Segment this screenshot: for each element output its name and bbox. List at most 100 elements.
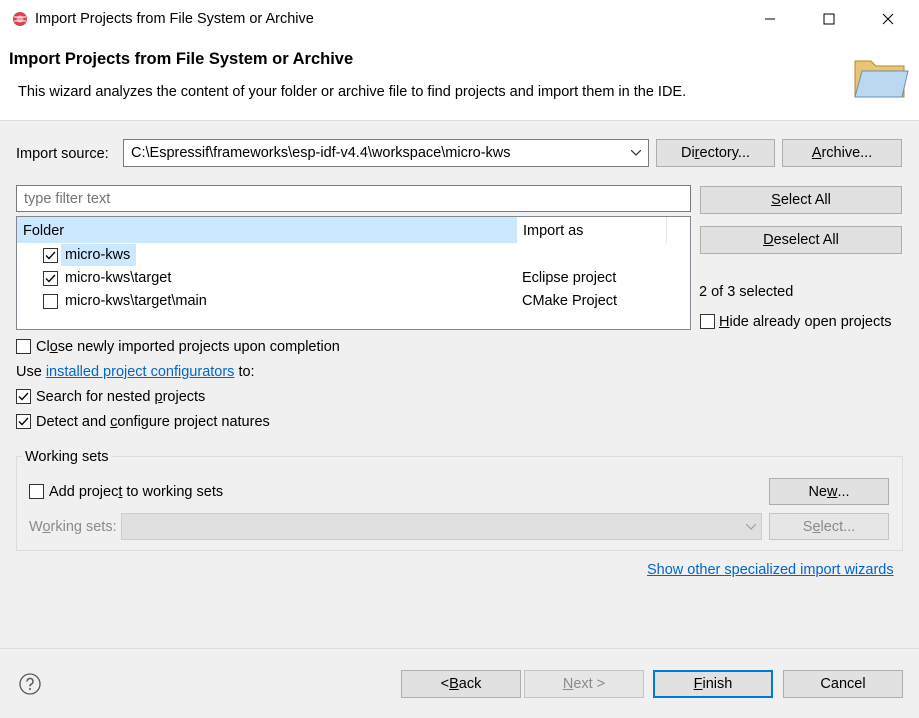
finish-button[interactable]: Finish xyxy=(653,670,773,698)
btn-mnemonic: e xyxy=(812,518,821,535)
label-text: rojects xyxy=(162,389,206,405)
btn-mnemonic: S xyxy=(771,192,781,208)
checkmark-icon xyxy=(45,251,56,260)
label-text: W xyxy=(29,519,43,535)
eclipse-app-icon xyxy=(13,12,27,26)
btn-text: ext > xyxy=(573,676,606,692)
select-all-button[interactable]: Select All xyxy=(700,186,902,214)
label-text: ide already open projects xyxy=(729,314,892,330)
label-text: se newly imported projects upon completi… xyxy=(57,339,340,355)
column-header-label: Folder xyxy=(23,223,65,239)
close-projects-label[interactable]: Close newly imported projects upon compl… xyxy=(36,339,340,355)
row-import-as: CMake Project xyxy=(522,293,618,309)
label-text: rking sets: xyxy=(50,519,117,535)
btn-text: ectory... xyxy=(699,145,751,161)
hide-open-projects-label[interactable]: Hide already open projects xyxy=(719,314,892,330)
cancel-button[interactable]: Cancel xyxy=(783,670,903,698)
btn-mnemonic: N xyxy=(562,676,574,692)
btn-mnemonic: A xyxy=(811,145,822,161)
btn-mnemonic: F xyxy=(693,676,703,692)
minimize-button[interactable] xyxy=(747,0,793,38)
chevron-down-icon xyxy=(746,524,756,530)
selected-count: 2 of 3 selected xyxy=(699,284,794,300)
search-nested-label[interactable]: Search for nested projects xyxy=(36,389,205,405)
row-folder[interactable]: micro-kws xyxy=(65,247,130,263)
working-sets-field-label: Working sets: xyxy=(29,519,117,535)
column-header-folder[interactable]: Folder xyxy=(17,217,517,243)
checkmark-icon xyxy=(18,417,29,426)
title-bar: Import Projects from File System or Arch… xyxy=(0,0,919,38)
btn-mnemonic: w xyxy=(826,483,838,500)
back-button[interactable]: < Back xyxy=(401,670,521,698)
btn-text: lect... xyxy=(820,518,856,535)
checkmark-icon xyxy=(18,392,29,401)
folder-banner-icon xyxy=(854,60,909,98)
filter-input[interactable] xyxy=(16,185,691,212)
label-mnemonic: H xyxy=(719,314,730,330)
search-nested-checkbox[interactable] xyxy=(16,389,31,404)
close-projects-checkbox[interactable] xyxy=(16,339,31,354)
label-text: Detect and xyxy=(36,414,111,430)
row-checkbox[interactable] xyxy=(43,294,58,309)
label-text: Use xyxy=(16,364,42,380)
btn-text: Ne xyxy=(808,483,827,500)
btn-text: ... xyxy=(837,483,850,500)
btn-mnemonic: B xyxy=(449,676,459,692)
btn-mnemonic: D xyxy=(763,232,774,248)
label-text: onfigure project natures xyxy=(117,414,270,430)
page-description: This wizard analyzes the content of your… xyxy=(18,84,687,100)
new-working-set-button[interactable]: Ne w... xyxy=(769,478,889,505)
working-sets-combo[interactable] xyxy=(121,513,762,540)
btn-text: < xyxy=(440,676,450,692)
add-to-working-sets-label[interactable]: Add project to working sets xyxy=(49,484,223,500)
label-mnemonic: o xyxy=(42,519,51,535)
maximize-button[interactable] xyxy=(806,0,852,38)
label-text: to working sets xyxy=(122,484,224,500)
detect-natures-label[interactable]: Detect and configure project natures xyxy=(36,414,270,430)
label-text: to: xyxy=(238,364,255,380)
row-folder[interactable]: micro-kws\target xyxy=(65,270,171,286)
specialized-wizards-link[interactable]: Show other specialized import wizards xyxy=(647,562,894,578)
column-header-import-as[interactable]: Import as xyxy=(518,217,667,243)
row-checkbox[interactable] xyxy=(43,248,58,263)
next-button[interactable]: Next > xyxy=(524,670,644,698)
hide-open-projects-checkbox[interactable] xyxy=(700,314,715,329)
close-button[interactable] xyxy=(865,0,911,38)
page-title: Import Projects from File System or Arch… xyxy=(9,50,354,68)
help-icon[interactable] xyxy=(19,673,41,695)
label-text: Cl xyxy=(36,339,50,355)
btn-text: Di xyxy=(680,145,695,161)
configurators-link[interactable]: installed project configurators xyxy=(46,364,235,380)
label-text: Add projec xyxy=(49,484,119,500)
projects-table[interactable]: Folder Import as micro-kws micro-kws\tar… xyxy=(16,216,691,330)
label-mnemonic: o xyxy=(49,339,58,355)
row-checkbox[interactable] xyxy=(43,271,58,286)
column-header-label: Import as xyxy=(523,223,584,239)
row-folder[interactable]: micro-kws\target\main xyxy=(65,293,207,309)
detect-natures-checkbox[interactable] xyxy=(16,414,31,429)
row-import-as: Eclipse project xyxy=(522,270,617,286)
wizard-header: Import Projects from File System or Arch… xyxy=(0,38,919,121)
working-sets-group-label: Working sets xyxy=(22,449,112,465)
archive-button[interactable]: Archive... xyxy=(782,139,902,167)
configurators-line: Use installed project configurators to: xyxy=(16,364,255,380)
footer-separator xyxy=(0,648,919,649)
btn-text: eselect All xyxy=(773,232,839,248)
btn-text: elect All xyxy=(780,192,831,208)
select-working-set-button[interactable]: Se lect... xyxy=(769,513,889,540)
chevron-down-icon xyxy=(631,150,641,156)
deselect-all-button[interactable]: Deselect All xyxy=(700,226,902,254)
minimize-icon xyxy=(765,18,775,20)
btn-text: S xyxy=(802,518,813,535)
import-source-value: C:\Espressif\frameworks\esp-idf-v4.4\wor… xyxy=(131,145,511,161)
import-source-combo[interactable]: C:\Espressif\frameworks\esp-idf-v4.4\wor… xyxy=(123,139,649,167)
import-source-label: Import source: xyxy=(16,146,109,162)
label-text: Search for nested xyxy=(36,389,155,405)
directory-button[interactable]: Di r ectory... xyxy=(656,139,775,167)
checkmark-icon xyxy=(45,274,56,283)
btn-text: ack xyxy=(458,676,482,692)
add-to-working-sets-checkbox[interactable] xyxy=(29,484,44,499)
btn-text: inish xyxy=(702,676,733,692)
maximize-icon xyxy=(823,13,835,25)
window-title: Import Projects from File System or Arch… xyxy=(35,11,314,27)
